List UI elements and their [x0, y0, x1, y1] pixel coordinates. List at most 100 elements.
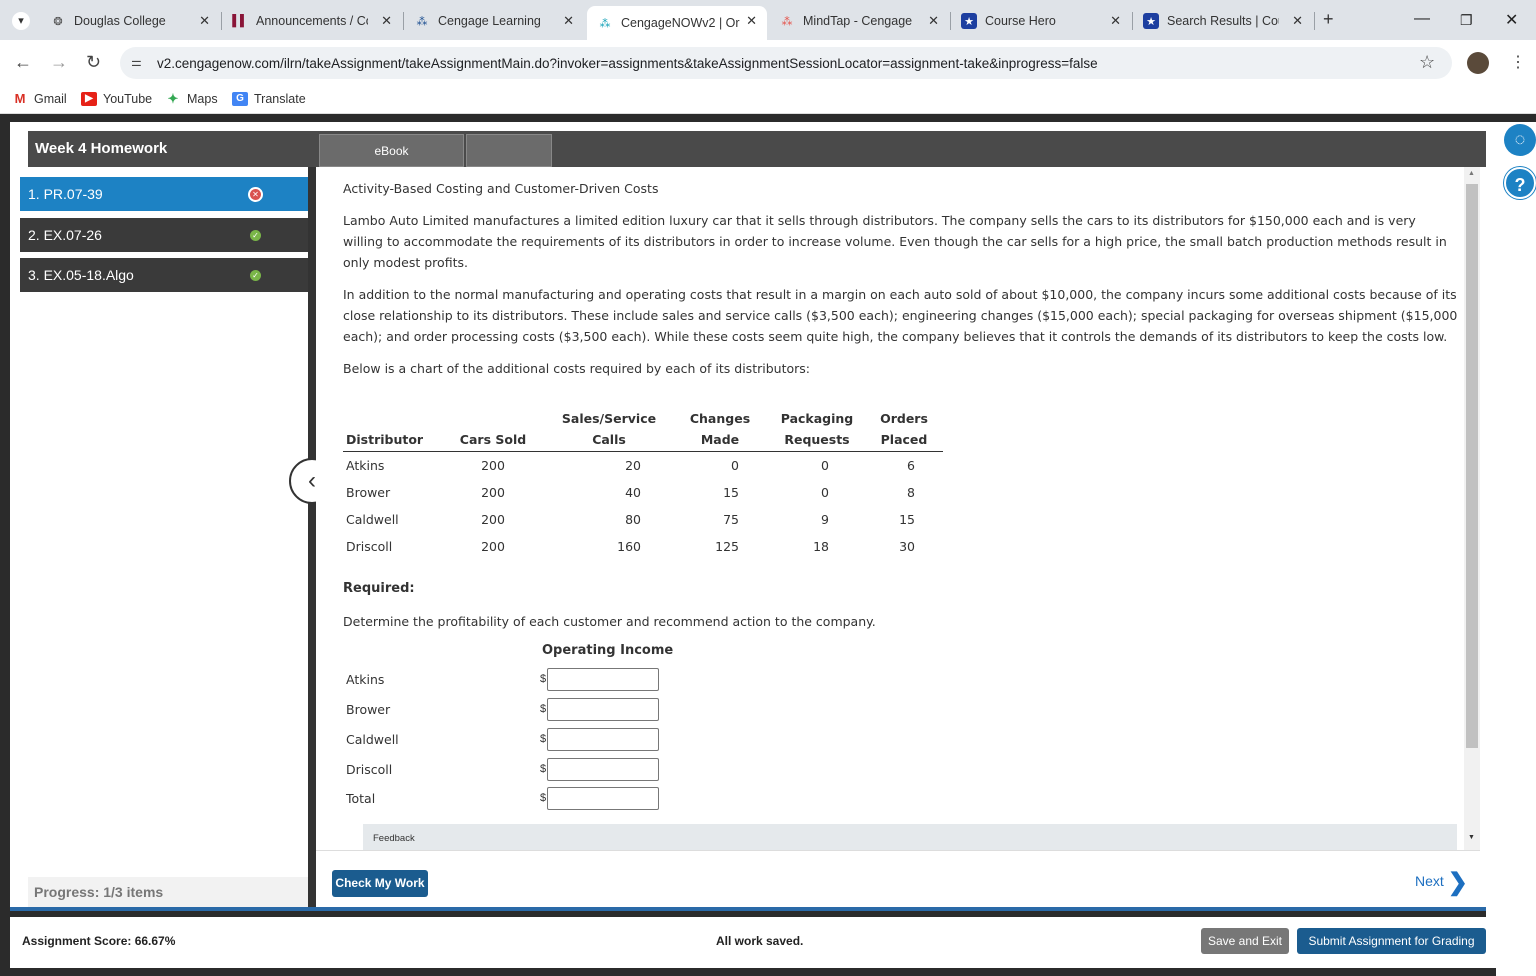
- question-item-3[interactable]: 3. EX.05-18.Algo ✓: [20, 258, 308, 292]
- cell-packaging: 0: [821, 457, 829, 473]
- assignment-score: Assignment Score: 66.67%: [22, 934, 176, 948]
- check-my-work-button[interactable]: Check My Work: [332, 870, 428, 897]
- question-item-1[interactable]: 1. PR.07-39 ✕: [20, 177, 308, 211]
- close-tab-icon[interactable]: ✕: [1292, 13, 1303, 29]
- oi-input-caldwell[interactable]: [547, 728, 659, 751]
- course-hero-icon: ★: [1143, 13, 1159, 29]
- back-icon[interactable]: ←: [14, 52, 32, 73]
- currency-symbol: $: [540, 792, 547, 804]
- translate-icon: G: [232, 92, 248, 106]
- submit-assignment-button[interactable]: Submit Assignment for Grading: [1297, 928, 1486, 954]
- oi-input-total[interactable]: [547, 787, 659, 810]
- help-strip: [1496, 122, 1536, 976]
- browser-menu-icon[interactable]: ⋮: [1510, 52, 1526, 72]
- bookmark-maps[interactable]: ✦ Maps: [165, 91, 218, 107]
- url-text[interactable]: v2.cengagenow.com/ilrn/takeAssignment/ta…: [157, 56, 1098, 71]
- new-tab-icon[interactable]: +: [1323, 9, 1334, 30]
- browser-tab[interactable]: ⁂ Cengage Learning ✕: [404, 6, 584, 36]
- bookmark-youtube[interactable]: ▶ YouTube: [81, 92, 152, 106]
- table-row: Brower 200 40 15 0 8: [343, 479, 943, 506]
- close-tab-icon[interactable]: ✕: [928, 13, 939, 29]
- currency-symbol: $: [540, 673, 547, 685]
- browser-tab-strip: ▾ ❂ Douglas College ✕ ▌▌ Announcements /…: [0, 0, 1536, 40]
- oi-label-caldwell: Caldwell: [346, 732, 399, 747]
- forward-icon[interactable]: →: [50, 52, 68, 73]
- browser-tab[interactable]: ❂ Douglas College ✕: [40, 6, 220, 36]
- tab-ebook[interactable]: eBook: [319, 134, 464, 167]
- problem-nav-bar: [316, 850, 1480, 907]
- cell-orders: 8: [907, 484, 915, 500]
- close-tab-icon[interactable]: ✕: [1110, 13, 1121, 29]
- cell-packaging: 18: [813, 538, 829, 554]
- restore-icon[interactable]: ❐: [1460, 12, 1473, 29]
- cell-changes: 0: [731, 457, 739, 473]
- course-hero-icon: ★: [961, 13, 977, 29]
- currency-symbol: $: [540, 763, 547, 775]
- support-chat-icon[interactable]: ◌: [1504, 124, 1536, 156]
- question-item-2[interactable]: 2. EX.07-26 ✓: [20, 218, 308, 252]
- help-question-icon[interactable]: ?: [1504, 167, 1536, 199]
- close-tab-icon[interactable]: ✕: [746, 13, 757, 29]
- assignment-title: Week 4 Homework: [35, 140, 168, 157]
- profile-avatar[interactable]: [1467, 52, 1489, 74]
- problem-paragraph-3: Below is a chart of the additional costs…: [343, 361, 810, 376]
- cell-changes: 15: [723, 484, 739, 500]
- browser-tab-active[interactable]: ⁂ CengageNOWv2 | Or ✕: [587, 6, 767, 40]
- bookmark-gmail[interactable]: M Gmail: [12, 92, 67, 107]
- chevron-right-icon: ❯: [1447, 869, 1468, 896]
- close-tab-icon[interactable]: ✕: [199, 13, 210, 29]
- cell-cars-sold: 200: [481, 484, 505, 500]
- cell-cars-sold: 200: [481, 457, 505, 473]
- header-sales-service: Sales/Service Calls: [547, 407, 671, 452]
- panel-divider: [308, 167, 316, 907]
- cell-calls: 20: [625, 457, 641, 473]
- bookmark-star-icon[interactable]: ☆: [1419, 52, 1435, 73]
- cell-calls: 160: [617, 538, 641, 554]
- oi-label-brower: Brower: [346, 702, 391, 717]
- tab-search-icon[interactable]: ▾: [12, 12, 30, 30]
- feedback-panel[interactable]: Feedback: [363, 824, 1457, 850]
- header-orders: Orders Placed: [865, 407, 943, 452]
- cell-distributor: Brower: [346, 484, 391, 500]
- cengage-icon: ⁂: [416, 15, 428, 28]
- close-tab-icon[interactable]: ✕: [381, 13, 392, 29]
- cell-cars-sold: 200: [481, 538, 505, 554]
- header-changes: Changes Made: [671, 407, 769, 452]
- complete-check-icon: ✓: [250, 270, 261, 281]
- operating-income-header: Operating Income: [542, 643, 674, 658]
- scroll-up-icon[interactable]: ▲: [1468, 170, 1475, 177]
- site-settings-icon[interactable]: ⚌: [131, 55, 142, 69]
- scroll-down-icon[interactable]: ▼: [1468, 834, 1475, 841]
- cell-changes: 75: [723, 511, 739, 527]
- table-row: Driscoll 200 160 125 18 30: [343, 533, 943, 560]
- bookmark-translate[interactable]: G Translate: [232, 92, 306, 106]
- cell-calls: 80: [625, 511, 641, 527]
- complete-check-icon: ✓: [250, 230, 261, 241]
- cell-distributor: Caldwell: [346, 511, 399, 527]
- oi-input-atkins[interactable]: [547, 668, 659, 691]
- browser-tab[interactable]: ★ Course Hero ✕: [951, 6, 1131, 36]
- cell-calls: 40: [625, 484, 641, 500]
- header-cars-sold: Cars Sold: [439, 407, 547, 452]
- oi-input-driscoll[interactable]: [547, 758, 659, 781]
- required-text: Determine the profitability of each cust…: [343, 614, 876, 629]
- close-window-icon[interactable]: ✕: [1505, 10, 1518, 30]
- browser-tab[interactable]: ▌▌ Announcements / Co ✕: [222, 6, 402, 36]
- incorrect-status-icon: ✕: [250, 189, 261, 200]
- cengage-now-icon: ⁂: [599, 17, 611, 30]
- close-tab-icon[interactable]: ✕: [563, 13, 574, 29]
- save-status: All work saved.: [716, 934, 804, 948]
- minimize-icon[interactable]: —: [1414, 10, 1430, 28]
- currency-symbol: $: [540, 733, 547, 745]
- oi-label-total: Total: [346, 791, 376, 806]
- reload-icon[interactable]: ↻: [86, 52, 101, 73]
- oi-input-brower[interactable]: [547, 698, 659, 721]
- scrollbar-thumb[interactable]: [1466, 184, 1478, 748]
- save-and-exit-button[interactable]: Save and Exit: [1201, 928, 1289, 954]
- maps-icon: ✦: [167, 91, 179, 106]
- next-button[interactable]: Next ❯: [1415, 868, 1468, 897]
- tab-blank[interactable]: [466, 134, 552, 167]
- browser-tab[interactable]: ⁂ MindTap - Cengage L ✕: [769, 6, 949, 36]
- browser-tab[interactable]: ★ Search Results | Cour ✕: [1133, 6, 1313, 36]
- cell-distributor: Atkins: [346, 457, 385, 473]
